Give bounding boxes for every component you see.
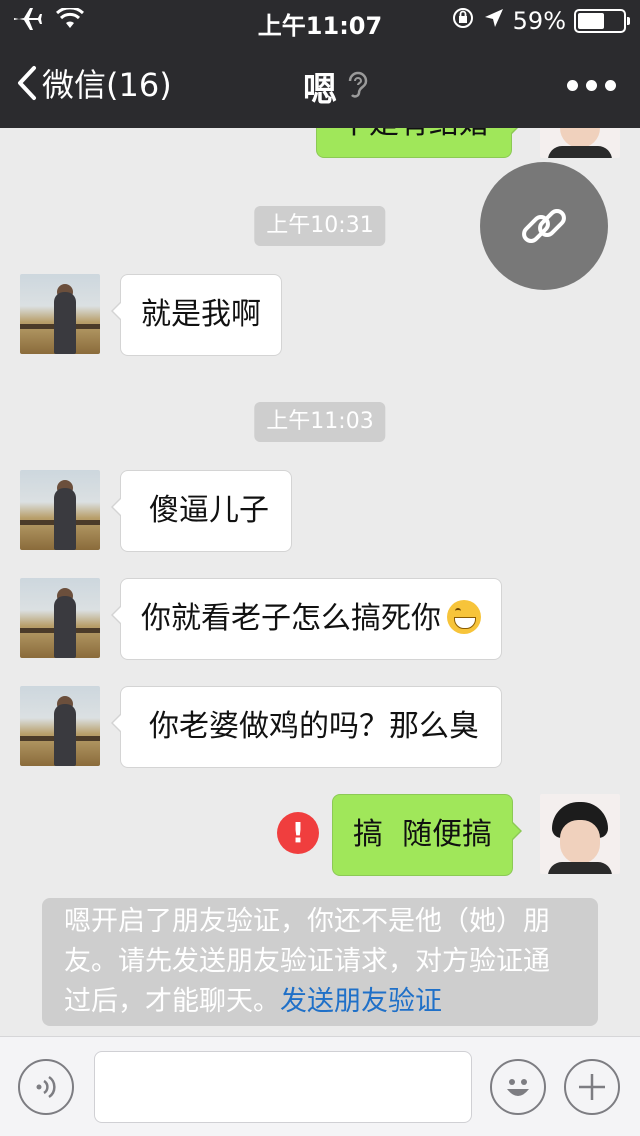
message-bubble-partial[interactable]: 不是有结婚 [316, 128, 521, 158]
contact-avatar[interactable] [20, 274, 100, 354]
message-bubble[interactable]: 你就看老子怎么搞死你 [111, 578, 502, 660]
battery-fill [578, 13, 604, 29]
timestamp: 上午10:31 [254, 206, 386, 246]
message-text: 不是有结婚 [339, 128, 489, 141]
send-failed-icon[interactable]: ! [277, 812, 319, 854]
message-input[interactable] [94, 1051, 472, 1123]
floating-link-button[interactable] [480, 162, 608, 290]
chat-area[interactable]: 不是有结婚 上午10:31 就是我啊 上午11:03 傻逼儿子 你就看老子怎么搞… [0, 128, 640, 1036]
battery-icon [574, 9, 630, 33]
send-verification-link[interactable]: 发送朋友验证 [280, 986, 442, 1017]
battery-percent: 59% [512, 7, 566, 35]
message-bubble-self[interactable]: 搞 随便搞 [332, 794, 523, 876]
chat-title: 嗯 [0, 62, 640, 111]
message-bubble[interactable]: 就是我啊 [111, 274, 282, 356]
status-bar: 上午11:07 59% [0, 0, 640, 40]
emoji-button[interactable] [490, 1059, 546, 1115]
contact-avatar[interactable] [20, 686, 100, 766]
earpiece-icon [346, 68, 368, 108]
system-notice: 嗯开启了朋友验证，你还不是他（她）朋友。请先发送朋友验证请求，对方验证通过后，才… [42, 898, 598, 1026]
message-text: 傻逼儿子 [149, 493, 269, 528]
message-text: 你老婆做鸡的吗？那么臭 [149, 709, 479, 744]
grinning-emoji-icon [447, 599, 481, 634]
plus-button[interactable] [564, 1059, 620, 1115]
message-bubble[interactable]: 你老婆做鸡的吗？那么臭 [111, 686, 502, 768]
message-text: 搞 随便搞 [353, 817, 493, 852]
top-bar: 上午11:07 59% 微信(16) 嗯 [0, 0, 640, 128]
message-bubble[interactable]: 傻逼儿子 [111, 470, 292, 552]
location-arrow-icon [483, 7, 505, 35]
message-text: 你就看老子怎么搞死你 [141, 601, 441, 636]
more-dot [605, 80, 616, 91]
self-avatar[interactable] [540, 794, 620, 874]
timestamp: 上午11:03 [254, 402, 386, 442]
status-right: 59% [451, 6, 630, 36]
contact-avatar[interactable] [20, 470, 100, 550]
voice-button[interactable] [18, 1059, 74, 1115]
more-dot [586, 80, 597, 91]
self-avatar[interactable] [540, 128, 620, 158]
contact-avatar[interactable] [20, 578, 100, 658]
plus-icon [579, 1074, 605, 1100]
chat-title-text: 嗯 [303, 70, 337, 110]
nav-bar: 微信(16) 嗯 [0, 40, 640, 128]
more-dot [567, 80, 578, 91]
more-button[interactable] [567, 80, 616, 91]
emoji-icon [507, 1079, 529, 1096]
input-bar [0, 1036, 640, 1136]
voice-icon [36, 1075, 56, 1099]
link-icon [522, 209, 566, 243]
message-text: 就是我啊 [141, 297, 261, 332]
orientation-lock-icon [451, 6, 475, 36]
